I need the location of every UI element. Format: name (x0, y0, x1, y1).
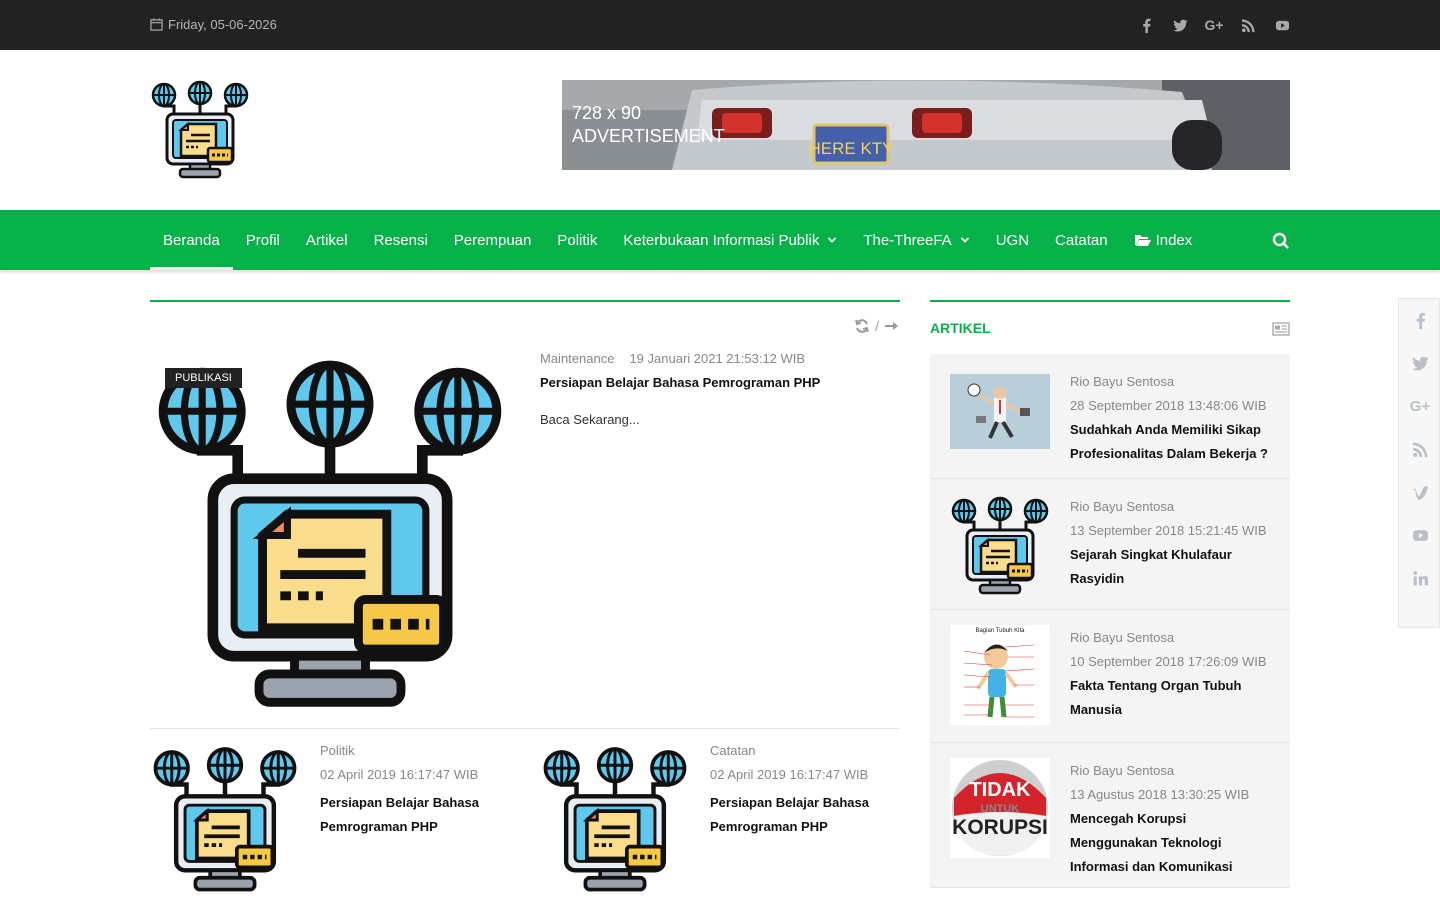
list-item[interactable]: Rio Bayu Sentosa 28 September 2018 13:48… (930, 354, 1290, 479)
ad-car-image: HERE KTY (562, 80, 1290, 170)
post-author[interactable]: Rio Bayu Sentosa (1070, 763, 1174, 778)
list-item[interactable]: Rio Bayu Sentosa 13 September 2018 15:21… (930, 479, 1290, 610)
svg-text:HERE KTY: HERE KTY (808, 139, 893, 158)
svg-text:TIDAK: TIDAK (969, 779, 1031, 801)
post-card: Politik 02 April 2019 16:17:47 WIB Persi… (150, 740, 510, 890)
ad-size-label: 728 x 90 (572, 103, 642, 123)
floating-share-bar: G+ (1398, 298, 1440, 628)
featured-post-title[interactable]: Persiapan Belajar Bahasa Pemrograman PHP (540, 375, 820, 390)
post-date: 13 Agustus 2018 13:30:25 WIB (1070, 787, 1250, 802)
folder-open-icon (1134, 235, 1151, 246)
sidebar: ARTIKEL Rio Bayu Sentosa 28 September 20… (930, 300, 1290, 888)
svg-text:Bagian Tubuh Kita: Bagian Tubuh Kita (975, 628, 1025, 634)
featured-post-date: 19 Januari 2021 21:53:12 WIB (629, 351, 806, 366)
post-author[interactable]: Rio Bayu Sentosa (1070, 630, 1174, 645)
post-date: 28 September 2018 13:48:06 WIB (1070, 398, 1267, 413)
post-thumbnail[interactable]: Bagian Tubuh Kita (950, 625, 1050, 725)
youtube-icon[interactable] (1274, 15, 1290, 35)
refresh-icon[interactable] (854, 318, 870, 334)
post-thumbnail[interactable] (950, 374, 1050, 449)
post-thumbnail[interactable] (150, 746, 300, 894)
advertisement-banner[interactable]: HERE KTY 728 x 90 ADVERTISEMENT (562, 80, 1290, 170)
list-item[interactable]: TIDAK UNTUK KORUPSI Rio Bayu Sentosa 13 … (930, 743, 1290, 888)
site-logo[interactable] (150, 80, 250, 180)
chevron-down-icon (828, 237, 837, 243)
nav-item-beranda[interactable]: Beranda (150, 210, 233, 270)
post-card: Catatan 02 April 2019 16:17:47 WIB Persi… (540, 740, 900, 890)
facebook-icon[interactable] (1399, 299, 1440, 342)
twitter-icon[interactable] (1399, 342, 1440, 385)
rss-icon[interactable] (1399, 428, 1440, 471)
google-plus-icon[interactable]: G+ (1399, 385, 1440, 428)
nav-item-politik[interactable]: Politik (544, 210, 610, 270)
svg-text:KORUPSI: KORUPSI (952, 816, 1048, 839)
post-author[interactable]: Rio Bayu Sentosa (1070, 374, 1174, 389)
read-more-link[interactable]: Baca Sekarang... (540, 412, 640, 427)
sidebar-heading: ARTIKEL (930, 320, 991, 336)
post-title[interactable]: Mencegah Korupsi Menggunakan Teknologi I… (1070, 807, 1275, 879)
article-list: Rio Bayu Sentosa 28 September 2018 13:48… (930, 354, 1290, 888)
nav-item-artikel[interactable]: Artikel (293, 210, 361, 270)
newspaper-icon (1272, 322, 1290, 336)
slider-controls: / (854, 318, 900, 334)
svg-text:UNTUK: UNTUK (981, 803, 1020, 815)
post-thumbnail[interactable] (950, 496, 1050, 596)
post-category[interactable]: Politik (320, 743, 355, 758)
date-text: Friday, 05-06-2026 (168, 17, 277, 32)
post-title[interactable]: Sudahkah Anda Memiliki Sikap Profesional… (1070, 418, 1275, 466)
post-date: 02 April 2019 16:17:47 WIB (710, 767, 869, 782)
divider (150, 728, 900, 729)
post-title[interactable]: Fakta Tentang Organ Tubuh Manusia (1070, 674, 1275, 722)
youtube-icon[interactable] (1399, 514, 1440, 557)
post-date: 13 September 2018 15:21:45 WIB (1070, 523, 1267, 538)
post-date: 02 April 2019 16:17:47 WIB (320, 767, 479, 782)
post-title[interactable]: Persiapan Belajar Bahasa Pemrograman PHP (320, 791, 500, 839)
linkedin-icon[interactable] (1399, 557, 1440, 600)
rss-icon[interactable] (1240, 15, 1256, 35)
nav-item-threefa[interactable]: The-ThreeFA (850, 210, 982, 270)
nav-item-catatan[interactable]: Catatan (1042, 210, 1121, 270)
main-content: / PUBLIKASI Maintenance 19 Januari 2021 … (150, 300, 900, 302)
post-thumbnail[interactable]: TIDAK UNTUK KORUPSI (950, 758, 1050, 858)
post-title[interactable]: Sejarah Singkat Khulafaur Rasyidin (1070, 543, 1275, 591)
vimeo-icon[interactable] (1399, 471, 1440, 514)
calendar-icon (150, 18, 163, 31)
search-icon[interactable] (1272, 232, 1290, 250)
arrow-right-icon[interactable] (884, 318, 900, 334)
chevron-down-icon (960, 237, 969, 243)
featured-post-image[interactable] (150, 358, 510, 713)
top-social-links: G+ (1138, 15, 1290, 35)
main-navigation: Beranda Profil Artikel Resensi Perempuan… (0, 210, 1440, 270)
post-author[interactable]: Rio Bayu Sentosa (1070, 499, 1174, 514)
list-item[interactable]: Bagian Tubuh Kita Rio Bayu Sentosa 10 Se… (930, 610, 1290, 743)
post-title[interactable]: Persiapan Belajar Bahasa Pemrograman PHP (710, 791, 890, 839)
post-category[interactable]: Catatan (710, 743, 756, 758)
section-divider (930, 300, 1290, 302)
category-badge[interactable]: PUBLIKASI (165, 368, 242, 388)
current-date: Friday, 05-06-2026 (150, 17, 277, 32)
nav-item-index[interactable]: Index (1121, 210, 1206, 270)
nav-item-resensi[interactable]: Resensi (361, 210, 441, 270)
section-divider (150, 300, 900, 302)
nav-item-perempuan[interactable]: Perempuan (441, 210, 545, 270)
featured-post-meta: Maintenance 19 Januari 2021 21:53:12 WIB (540, 351, 805, 366)
controls-separator: / (875, 318, 879, 334)
post-thumbnail[interactable] (540, 746, 690, 894)
featured-post-category[interactable]: Maintenance (540, 351, 614, 366)
google-plus-icon[interactable]: G+ (1204, 15, 1223, 35)
twitter-icon[interactable] (1172, 15, 1188, 35)
post-date: 10 September 2018 17:26:09 WIB (1070, 654, 1267, 669)
ad-label: ADVERTISEMENT (572, 126, 725, 146)
top-bar: Friday, 05-06-2026 G+ (0, 0, 1440, 50)
nav-item-profil[interactable]: Profil (233, 210, 293, 270)
nav-item-keterbukaan[interactable]: Keterbukaan Informasi Publik (610, 210, 850, 270)
facebook-icon[interactable] (1138, 15, 1154, 35)
nav-item-ugn[interactable]: UGN (983, 210, 1042, 270)
